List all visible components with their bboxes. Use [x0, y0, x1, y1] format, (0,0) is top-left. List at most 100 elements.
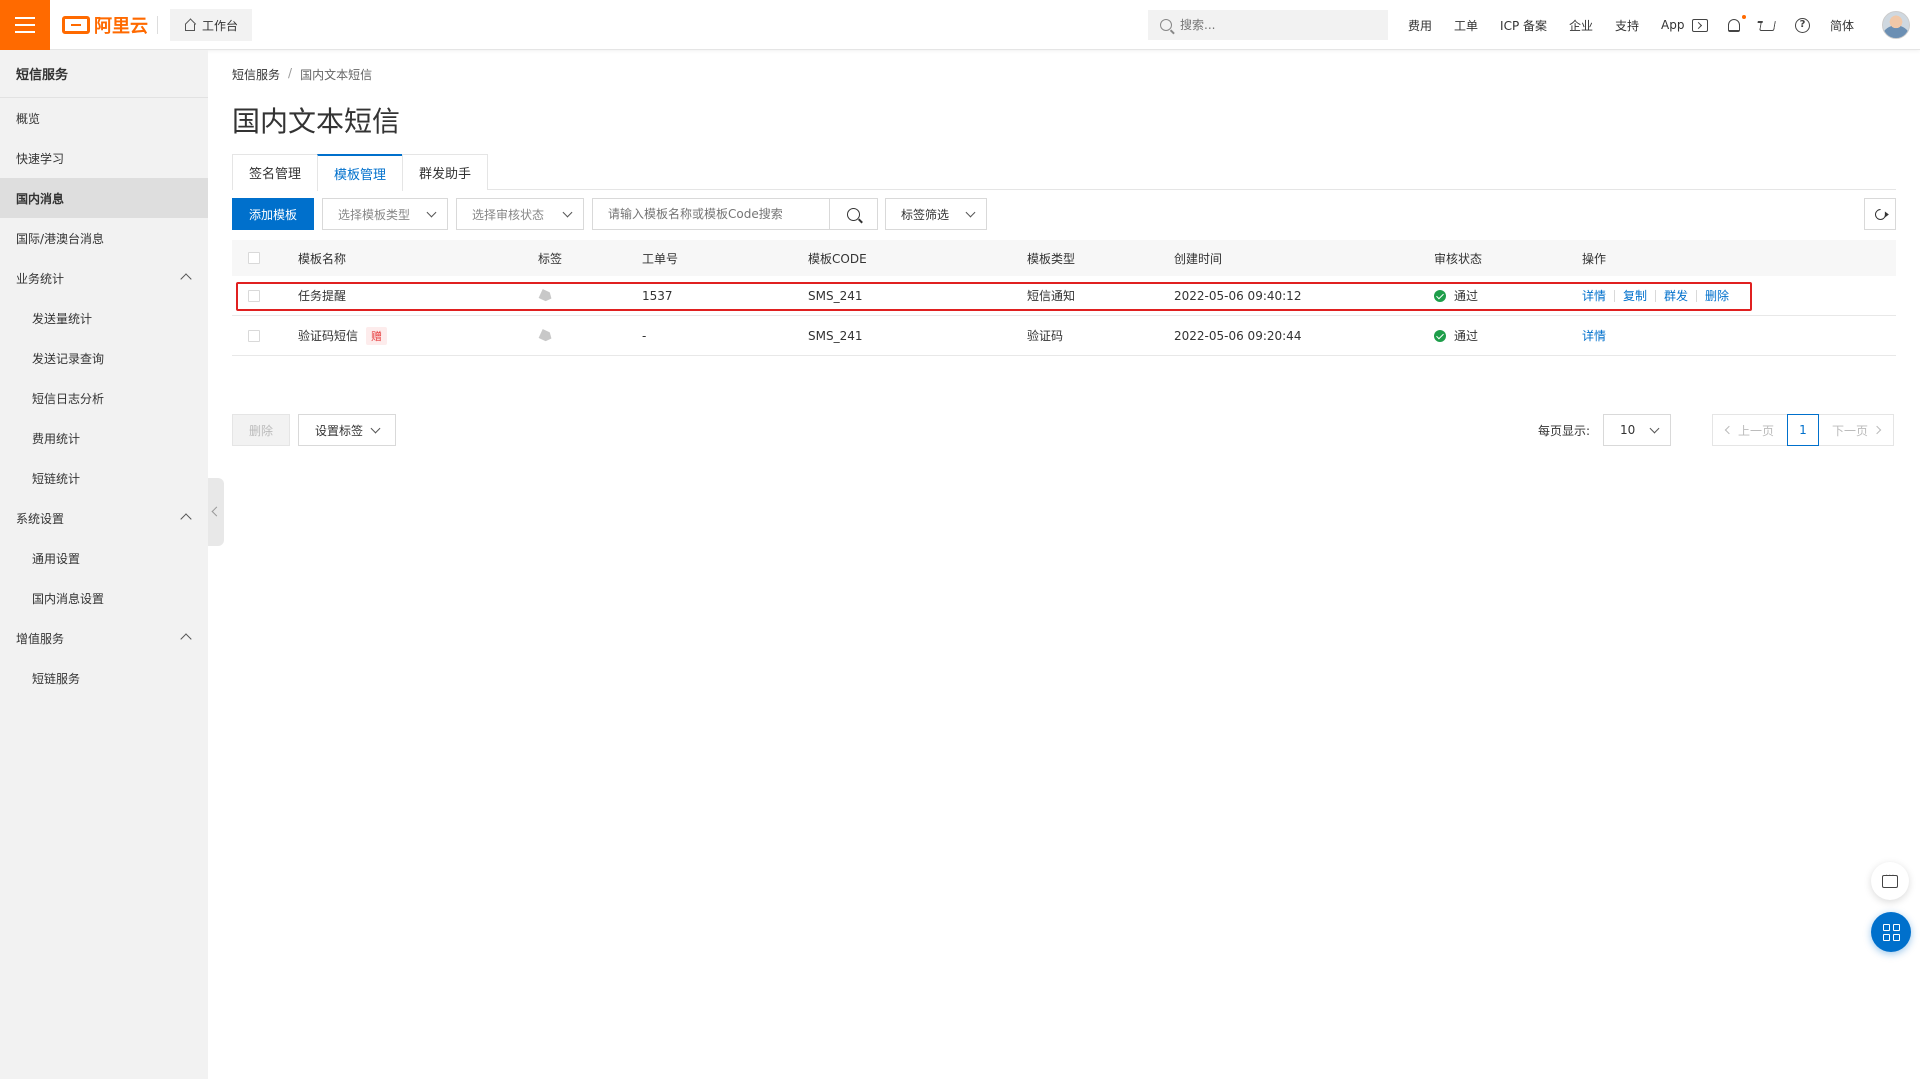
global-search-input[interactable] [1180, 18, 1370, 32]
top-link-support[interactable]: 支持 [1615, 17, 1639, 34]
cell-template-name: 任务提醒 [298, 289, 347, 303]
language-switch[interactable]: 简体 [1830, 17, 1854, 34]
template-type-select-label: 选择模板类型 [338, 207, 411, 222]
row-checkbox-cell [248, 316, 260, 355]
top-bar: 阿里云 工作台 费用 工单 ICP 备案 企业 支持 App ? 简体 [0, 0, 1920, 50]
sidebar-item-label: 通用设置 [32, 551, 81, 566]
help-icon[interactable]: ? [1795, 17, 1810, 33]
refresh-button[interactable] [1864, 198, 1896, 230]
workbench-button[interactable]: 工作台 [170, 9, 253, 41]
copy-link[interactable]: 复制 [1623, 287, 1647, 304]
top-links: 费用 工单 ICP 备案 企业 支持 App [1408, 0, 1707, 50]
delete-link[interactable]: 删除 [1705, 287, 1729, 304]
sidebar-group-value-added[interactable]: 增值服务 [0, 618, 208, 658]
sidebar-item-domestic[interactable]: 国内消息 [0, 178, 208, 218]
bulk-send-link[interactable]: 群发 [1664, 287, 1688, 304]
header-created-time: 创建时间 [1174, 251, 1223, 266]
tab-signature[interactable]: 签名管理 [232, 154, 319, 190]
header-tag: 标签 [538, 251, 563, 266]
apps-button[interactable] [1871, 912, 1911, 952]
terminal-icon[interactable] [1692, 18, 1708, 32]
bell-icon[interactable] [1728, 15, 1746, 32]
page-size-select[interactable]: 10 [1603, 414, 1671, 446]
chat-icon [1882, 871, 1898, 888]
sidebar-item-label: 费用统计 [32, 431, 81, 446]
cell-ticket: - [642, 328, 647, 343]
sidebar-item-domestic-settings[interactable]: 国内消息设置 [0, 578, 208, 618]
chevron-down-icon [965, 207, 976, 218]
review-status-select[interactable]: 选择审核状态 [456, 198, 584, 230]
detail-link[interactable]: 详情 [1582, 287, 1606, 304]
search-icon [847, 207, 860, 221]
sidebar-group-system-settings[interactable]: 系统设置 [0, 498, 208, 538]
action-divider [1614, 289, 1616, 302]
action-divider [1655, 289, 1657, 302]
top-link-billing[interactable]: 费用 [1408, 17, 1432, 34]
add-template-button[interactable]: 添加模板 [232, 198, 314, 230]
apps-icon [1892, 933, 1900, 941]
review-status-select-label: 选择审核状态 [472, 207, 545, 222]
top-link-icp[interactable]: ICP 备案 [1500, 17, 1547, 34]
sidebar-item-international[interactable]: 国际/港澳台消息 [0, 218, 208, 258]
header-template-name: 模板名称 [298, 251, 347, 266]
cell-created-time: 2022-05-06 09:40:12 [1174, 288, 1302, 303]
feedback-button[interactable] [1871, 862, 1909, 900]
sidebar-item-overview[interactable]: 概览 [0, 98, 208, 138]
tab-bulk-send[interactable]: 群发助手 [402, 154, 489, 190]
menu-icon[interactable] [0, 0, 50, 50]
page-number-button[interactable]: 1 [1787, 414, 1819, 446]
sidebar-item-label: 短信日志分析 [32, 391, 105, 406]
cell-template-name: 验证码短信 赠 [298, 316, 388, 355]
chevron-up-icon [180, 273, 192, 285]
top-link-enterprise[interactable]: 企业 [1569, 17, 1593, 34]
next-page-button[interactable]: 下一页 [1818, 414, 1894, 446]
sidebar-item-label: 系统设置 [16, 511, 65, 526]
prev-page-label: 上一页 [1737, 423, 1774, 438]
row-checkbox[interactable] [248, 289, 260, 302]
sidebar-item-label: 快速学习 [16, 151, 65, 166]
sidebar-item-send-volume[interactable]: 发送量统计 [0, 298, 208, 338]
top-link-app[interactable]: App [1661, 18, 1684, 32]
tab-template[interactable]: 模板管理 [317, 154, 404, 191]
tag-icon[interactable] [538, 288, 553, 302]
sidebar-item-general-settings[interactable]: 通用设置 [0, 538, 208, 578]
toolbar: 添加模板 选择模板类型 选择审核状态 标签筛选 [232, 198, 1896, 230]
breadcrumb-sms-service[interactable]: 短信服务 [232, 66, 280, 83]
aliyun-logo[interactable]: 阿里云 [62, 13, 148, 37]
row-checkbox[interactable] [248, 329, 260, 342]
highlight-box [236, 282, 1752, 311]
avatar[interactable] [1882, 11, 1910, 39]
prev-page-button[interactable]: 上一页 [1712, 414, 1788, 446]
sidebar-collapse-handle[interactable] [208, 478, 224, 546]
cell-tag [540, 316, 552, 355]
sidebar-item-quick-learn[interactable]: 快速学习 [0, 138, 208, 178]
select-all-checkbox[interactable] [248, 252, 260, 264]
sidebar-group-business-stats[interactable]: 业务统计 [0, 258, 208, 298]
sidebar-item-cost-stats[interactable]: 费用统计 [0, 418, 208, 458]
tag-icon[interactable] [538, 328, 553, 342]
search-button[interactable] [829, 199, 877, 229]
sidebar-item-send-records[interactable]: 发送记录查询 [0, 338, 208, 378]
header-review-status: 审核状态 [1434, 251, 1483, 266]
search-icon [1160, 19, 1172, 31]
sidebar-item-label: 概览 [16, 111, 41, 126]
sidebar-item-log-analysis[interactable]: 短信日志分析 [0, 378, 208, 418]
template-search-input[interactable] [593, 199, 829, 229]
top-link-ticket[interactable]: 工单 [1454, 17, 1478, 34]
set-tag-label: 设置标签 [315, 423, 364, 438]
sidebar-item-shortlink-stats[interactable]: 短链统计 [0, 458, 208, 498]
chevron-down-icon [562, 207, 573, 218]
sidebar-item-label: 发送记录查询 [32, 351, 105, 366]
tag-filter-label: 标签筛选 [901, 207, 950, 222]
detail-link[interactable]: 详情 [1582, 327, 1606, 344]
global-search[interactable] [1148, 10, 1388, 40]
tab-bar: 签名管理 模板管理 群发助手 [232, 154, 1896, 191]
sidebar-item-label: 增值服务 [16, 631, 65, 646]
bulk-delete-button[interactable]: 删除 [232, 414, 290, 446]
cart-icon[interactable] [1759, 21, 1776, 31]
chevron-down-icon [370, 423, 381, 434]
sidebar-item-shortlink-service[interactable]: 短链服务 [0, 658, 208, 698]
set-tag-button[interactable]: 设置标签 [298, 414, 396, 446]
template-type-select[interactable]: 选择模板类型 [322, 198, 448, 230]
tag-filter-select[interactable]: 标签筛选 [885, 198, 987, 230]
